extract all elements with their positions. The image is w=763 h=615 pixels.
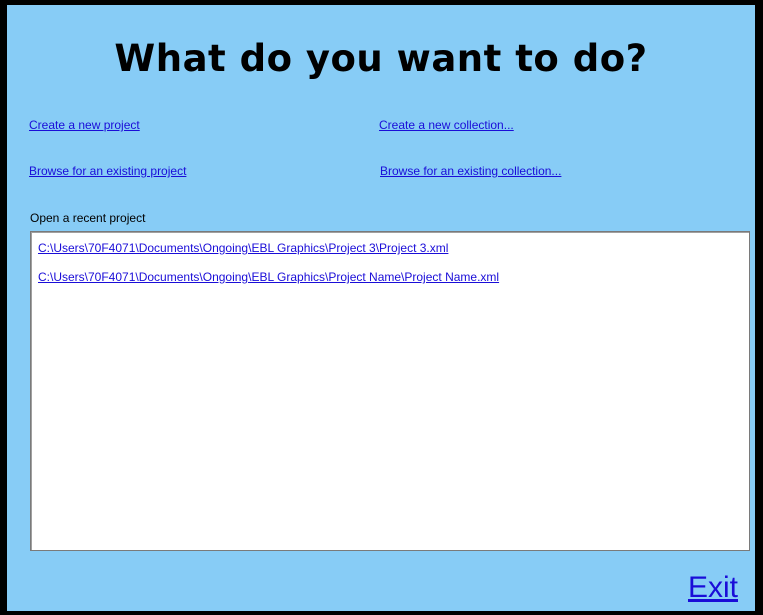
- recent-project-item[interactable]: C:\Users\70F4071\Documents\Ongoing\EBL G…: [38, 270, 499, 284]
- dialog-client-area: What do you want to do? Create a new pro…: [7, 5, 755, 611]
- recent-projects-label: Open a recent project: [30, 211, 146, 225]
- browse-existing-project-link[interactable]: Browse for an existing project: [29, 164, 186, 178]
- browse-existing-collection-link[interactable]: Browse for an existing collection...: [380, 164, 561, 178]
- start-dialog-window: What do you want to do? Create a new pro…: [0, 0, 763, 615]
- page-title: What do you want to do?: [114, 37, 648, 80]
- create-new-collection-link[interactable]: Create a new collection...: [379, 118, 514, 132]
- recent-projects-list[interactable]: C:\Users\70F4071\Documents\Ongoing\EBL G…: [30, 231, 750, 551]
- recent-project-item[interactable]: C:\Users\70F4071\Documents\Ongoing\EBL G…: [38, 241, 448, 255]
- exit-link[interactable]: Exit: [688, 571, 738, 605]
- create-new-project-link[interactable]: Create a new project: [29, 118, 140, 132]
